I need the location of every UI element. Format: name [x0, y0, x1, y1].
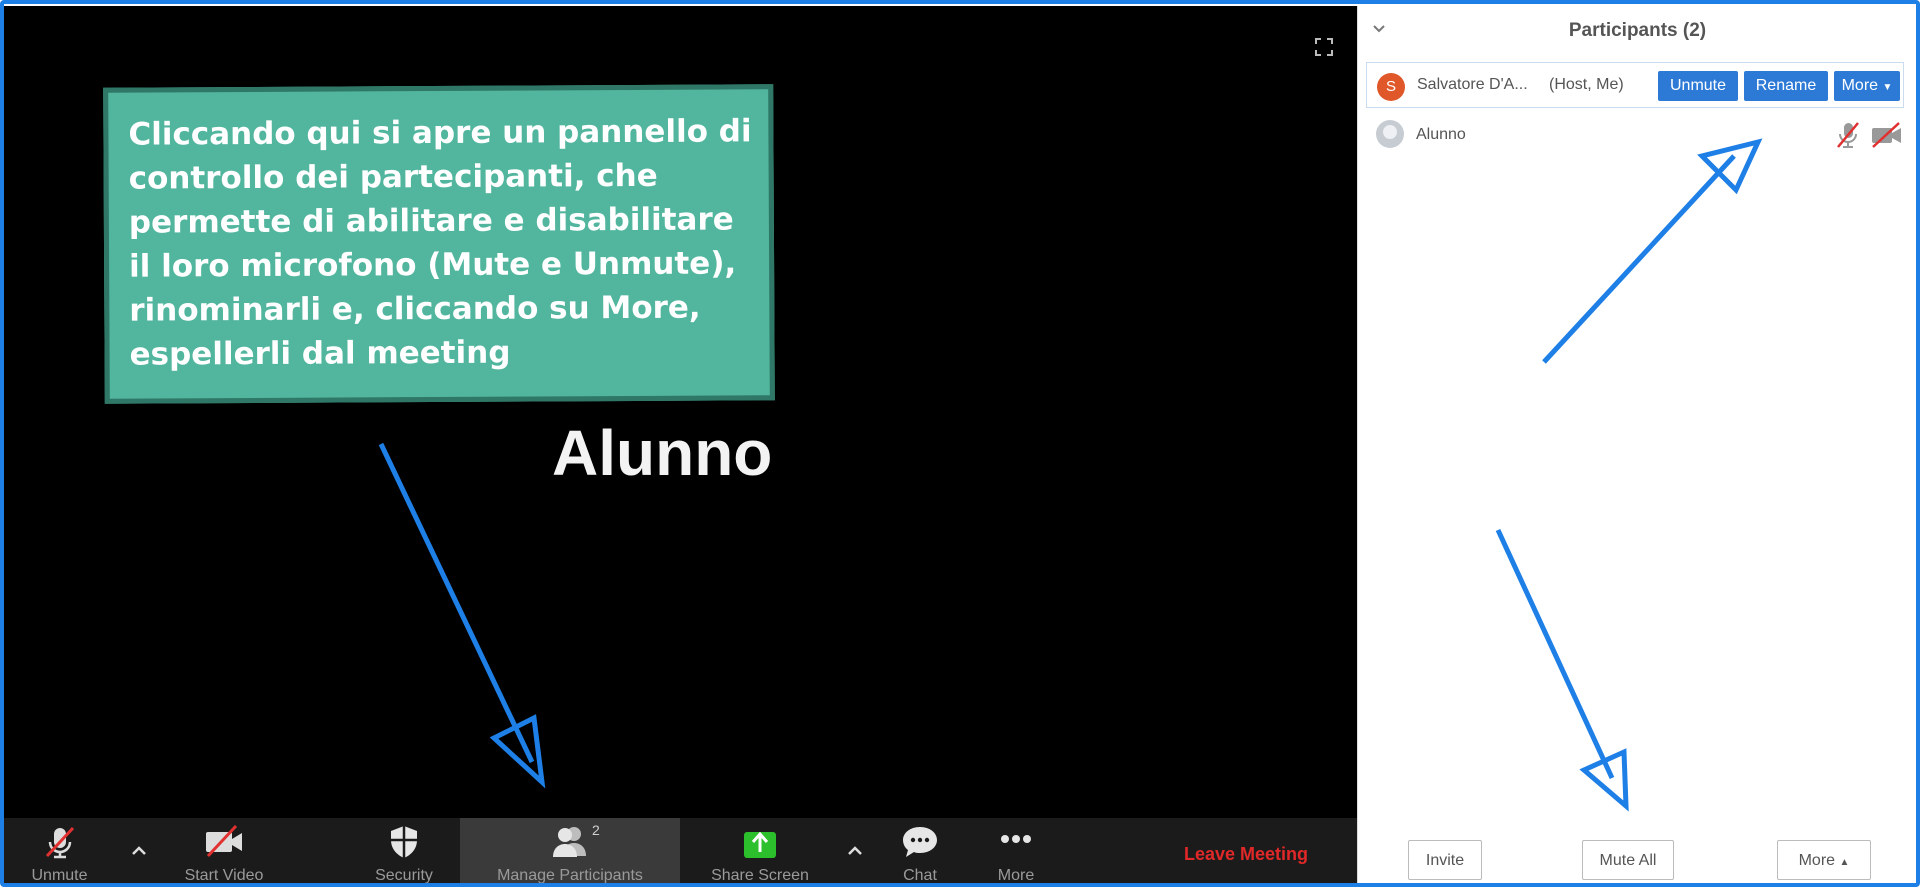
rename-participant-button[interactable]: Rename	[1744, 71, 1828, 101]
active-speaker-name: Alunno	[552, 417, 773, 489]
participant-role: (Host, Me)	[1549, 76, 1624, 93]
fullscreen-icon[interactable]	[1313, 36, 1335, 58]
panel-title: Participants (2)	[1568, 20, 1707, 41]
more-toolbar-button[interactable]: More	[976, 818, 1056, 884]
participant-row[interactable]: Alunno	[1366, 114, 1904, 154]
chat-icon	[903, 827, 937, 857]
security-label: Security	[375, 867, 433, 884]
meeting-toolbar: Unmute Start Video Security 2 Manage Par…	[4, 818, 1357, 884]
more-participant-label: More	[1841, 77, 1879, 94]
manage-participants-label: Manage Participants	[497, 867, 643, 884]
start-video-label: Start Video	[184, 867, 264, 884]
audio-options-chevron-icon[interactable]	[128, 840, 150, 862]
caret-down-icon: ▼	[1882, 82, 1893, 93]
share-screen-icon	[744, 831, 776, 858]
security-button[interactable]: Security	[354, 818, 454, 884]
caret-up-icon: ▲	[1839, 857, 1850, 868]
shield-icon	[391, 826, 417, 858]
more-participant-button[interactable]: More ▼	[1834, 71, 1900, 101]
muted-mic-icon	[45, 826, 74, 859]
mute-all-button[interactable]: Mute All	[1582, 840, 1674, 880]
start-video-button[interactable]: Start Video	[164, 818, 284, 884]
video-off-icon	[1872, 122, 1901, 148]
video-off-icon	[206, 824, 242, 858]
more-dots-icon	[1001, 835, 1031, 843]
participant-row-host[interactable]: S Salvatore D'A... (Host, Me) Unmute Ren…	[1366, 62, 1904, 108]
participant-name: Salvatore D'A...	[1417, 76, 1528, 93]
share-screen-button[interactable]: Share Screen	[700, 818, 820, 884]
more-panel-button[interactable]: More ▲	[1777, 840, 1871, 880]
avatar: S	[1377, 73, 1405, 101]
unmute-label: Unmute	[31, 867, 88, 884]
participants-panel: Participants (2) S Salvatore D'A... (Hos…	[1357, 6, 1917, 883]
tutorial-callout: Cliccando qui si apre un pannello di con…	[103, 84, 775, 404]
participant-name: Alunno	[1416, 126, 1466, 143]
more-toolbar-label: More	[997, 867, 1035, 884]
chat-label: Chat	[903, 867, 937, 884]
share-screen-label: Share Screen	[711, 867, 809, 884]
leave-meeting-button[interactable]: Leave Meeting	[1184, 844, 1308, 865]
participants-icon	[553, 827, 586, 857]
invite-button[interactable]: Invite	[1408, 840, 1482, 880]
manage-participants-button[interactable]: 2 Manage Participants	[460, 818, 680, 884]
callout-text: Cliccando qui si apre un pannello di con…	[128, 113, 752, 373]
avatar	[1376, 120, 1404, 148]
unmute-button[interactable]: Unmute	[12, 818, 107, 884]
share-options-chevron-icon[interactable]	[844, 840, 866, 862]
unmute-participant-button[interactable]: Unmute	[1658, 71, 1738, 101]
muted-mic-icon	[1837, 122, 1859, 148]
chat-button[interactable]: Chat	[880, 818, 960, 884]
participants-count-badge: 2	[592, 822, 600, 838]
more-panel-label: More	[1798, 852, 1836, 869]
